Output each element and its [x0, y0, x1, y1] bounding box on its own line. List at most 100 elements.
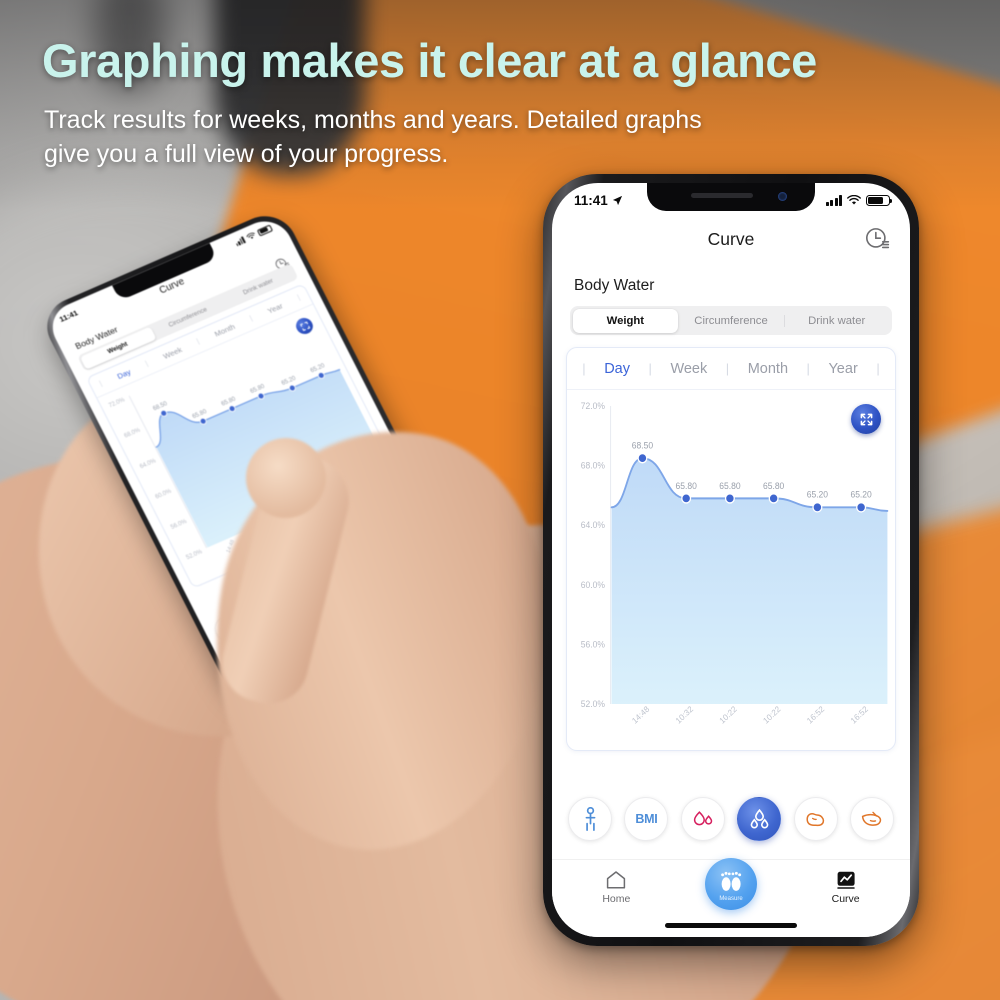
section-title: Body Water — [574, 277, 655, 294]
cellular-signal-icon — [826, 195, 842, 206]
status-time: 11:41 — [574, 193, 608, 208]
wifi-icon — [847, 195, 861, 205]
secondary-battery-icon — [256, 224, 273, 237]
range-separator: | — [648, 361, 652, 376]
data-point-label: 65.80 — [763, 481, 784, 491]
home-icon — [607, 871, 626, 889]
metric-body-water[interactable] — [737, 797, 782, 841]
history-clock-icon[interactable] — [864, 225, 892, 253]
metric-visceral-fat[interactable] — [849, 797, 894, 841]
data-point — [768, 493, 779, 504]
secondary-range-sep: | — [195, 338, 201, 346]
range-tab-month[interactable]: Month — [748, 361, 788, 377]
range-separator: | — [582, 361, 586, 376]
home-indicator — [665, 923, 797, 928]
data-point — [724, 493, 735, 504]
secondary-range-month[interactable]: Month — [213, 322, 237, 339]
page-subhead: Track results for weeks, months and year… — [44, 104, 764, 171]
subhead-line-2: give you a full view of your progress. — [44, 139, 449, 168]
data-point-label: 65.20 — [807, 490, 828, 500]
segmented-control[interactable]: Weight Circumference Drink water — [570, 306, 892, 335]
y-tick-label: 68.0% — [123, 427, 142, 439]
status-bar-left: 11:41 — [574, 193, 623, 208]
earpiece-speaker — [691, 193, 753, 198]
range-separator: | — [806, 361, 810, 376]
data-point — [637, 452, 648, 464]
chart-curve-icon — [836, 871, 855, 889]
y-tick-label: 64.0% — [139, 458, 158, 470]
secondary-range-year[interactable]: Year — [266, 301, 284, 315]
data-point-label: 65.80 — [221, 396, 238, 408]
water-drops-icon — [750, 808, 769, 828]
tab-curve-label: Curve — [831, 893, 860, 905]
y-tick-label: 60.0% — [154, 488, 173, 500]
subhead-line-1: Track results for weeks, months and year… — [44, 106, 702, 134]
metric-body-fat[interactable] — [680, 797, 725, 841]
notch — [647, 183, 815, 211]
range-tab-week[interactable]: Week — [670, 361, 707, 377]
data-point-label: 65.80 — [250, 384, 267, 396]
front-camera — [778, 192, 787, 201]
secondary-range-sep: | — [248, 315, 254, 323]
data-point-label: 65.80 — [192, 409, 209, 421]
plot-area: 72.0% 68.0% 64.0% 60.0% 56.0% 52.0% 68.50 14:48… — [567, 390, 895, 750]
x-tick-label: 10:32 — [674, 704, 695, 725]
y-tick-label: 72.0% — [108, 397, 127, 409]
metric-body-figure[interactable] — [568, 797, 612, 841]
y-tick-label: 56.0% — [581, 639, 605, 649]
y-tick-label: 52.0% — [581, 699, 605, 709]
secondary-range-week[interactable]: Week — [162, 345, 184, 361]
chart-card: | Day | Week | Month | Year | 72.0% 68.0%… — [566, 347, 896, 751]
range-tab-year[interactable]: Year — [828, 361, 857, 377]
data-point-label: 65.20 — [281, 376, 298, 388]
data-point — [812, 502, 823, 513]
segment-weight[interactable]: Weight — [572, 308, 679, 333]
y-tick-label: 68.0% — [581, 460, 605, 470]
fingertip — [246, 438, 326, 518]
x-tick-label: 10:22 — [718, 704, 739, 725]
range-tab-day[interactable]: Day — [604, 361, 630, 377]
expand-fullscreen-icon[interactable] — [851, 404, 881, 434]
data-point-label: 65.80 — [719, 481, 740, 491]
range-separator: | — [725, 361, 730, 376]
secondary-range-day[interactable]: Day — [116, 367, 133, 381]
x-tick-label: 16:52 — [805, 704, 826, 725]
range-tabs[interactable]: | Day | Week | Month | Year | — [567, 348, 895, 390]
metric-row[interactable]: BMI — [552, 793, 910, 845]
data-point-label: 68.50 — [632, 440, 653, 450]
segment-circumference[interactable]: Circumference — [678, 309, 784, 333]
segment-drink-water[interactable]: Drink water — [783, 309, 890, 333]
status-bar-right — [826, 194, 893, 207]
secondary-signal-icon — [234, 235, 246, 247]
y-tick-label: 56.0% — [170, 519, 189, 531]
tab-home-label: Home — [602, 893, 631, 905]
page-title: Curve — [707, 228, 755, 249]
tab-curve[interactable]: Curve — [806, 870, 886, 905]
muscle-arm-icon — [806, 812, 824, 826]
secondary-wifi-icon — [246, 232, 255, 239]
data-point-label: 65.20 — [850, 490, 871, 500]
bmi-text-icon: BMI — [635, 812, 658, 826]
area-fill — [611, 458, 888, 704]
nav-bar: Curve — [552, 217, 910, 261]
battery-icon — [866, 194, 893, 207]
page-headline: Graphing makes it clear at a glance — [42, 34, 817, 87]
primary-phone-screen: 11:41 Curve Body Water Weight Circumfere… — [552, 183, 910, 937]
metric-muscle[interactable] — [793, 797, 838, 841]
x-tick-label: 14:48 — [630, 704, 651, 725]
data-point — [856, 502, 867, 513]
primary-phone: 11:41 Curve Body Water Weight Circumfere… — [543, 174, 919, 946]
secondary-range-sep: | — [296, 294, 302, 302]
y-tick-label: 52.0% — [186, 549, 205, 561]
data-point — [681, 493, 692, 504]
liver-organ-icon — [861, 811, 882, 826]
metric-bmi[interactable]: BMI — [624, 797, 669, 841]
data-point-label: 68.50 — [152, 401, 169, 413]
data-point-label: 65.80 — [676, 481, 697, 491]
range-separator: | — [876, 361, 880, 376]
tab-home[interactable]: Home — [576, 870, 656, 905]
body-figure-icon — [585, 806, 595, 831]
y-tick-label: 72.0% — [581, 401, 605, 411]
body-fat-drop-icon — [693, 810, 713, 825]
tab-measure[interactable]: Measure — [704, 858, 757, 910]
